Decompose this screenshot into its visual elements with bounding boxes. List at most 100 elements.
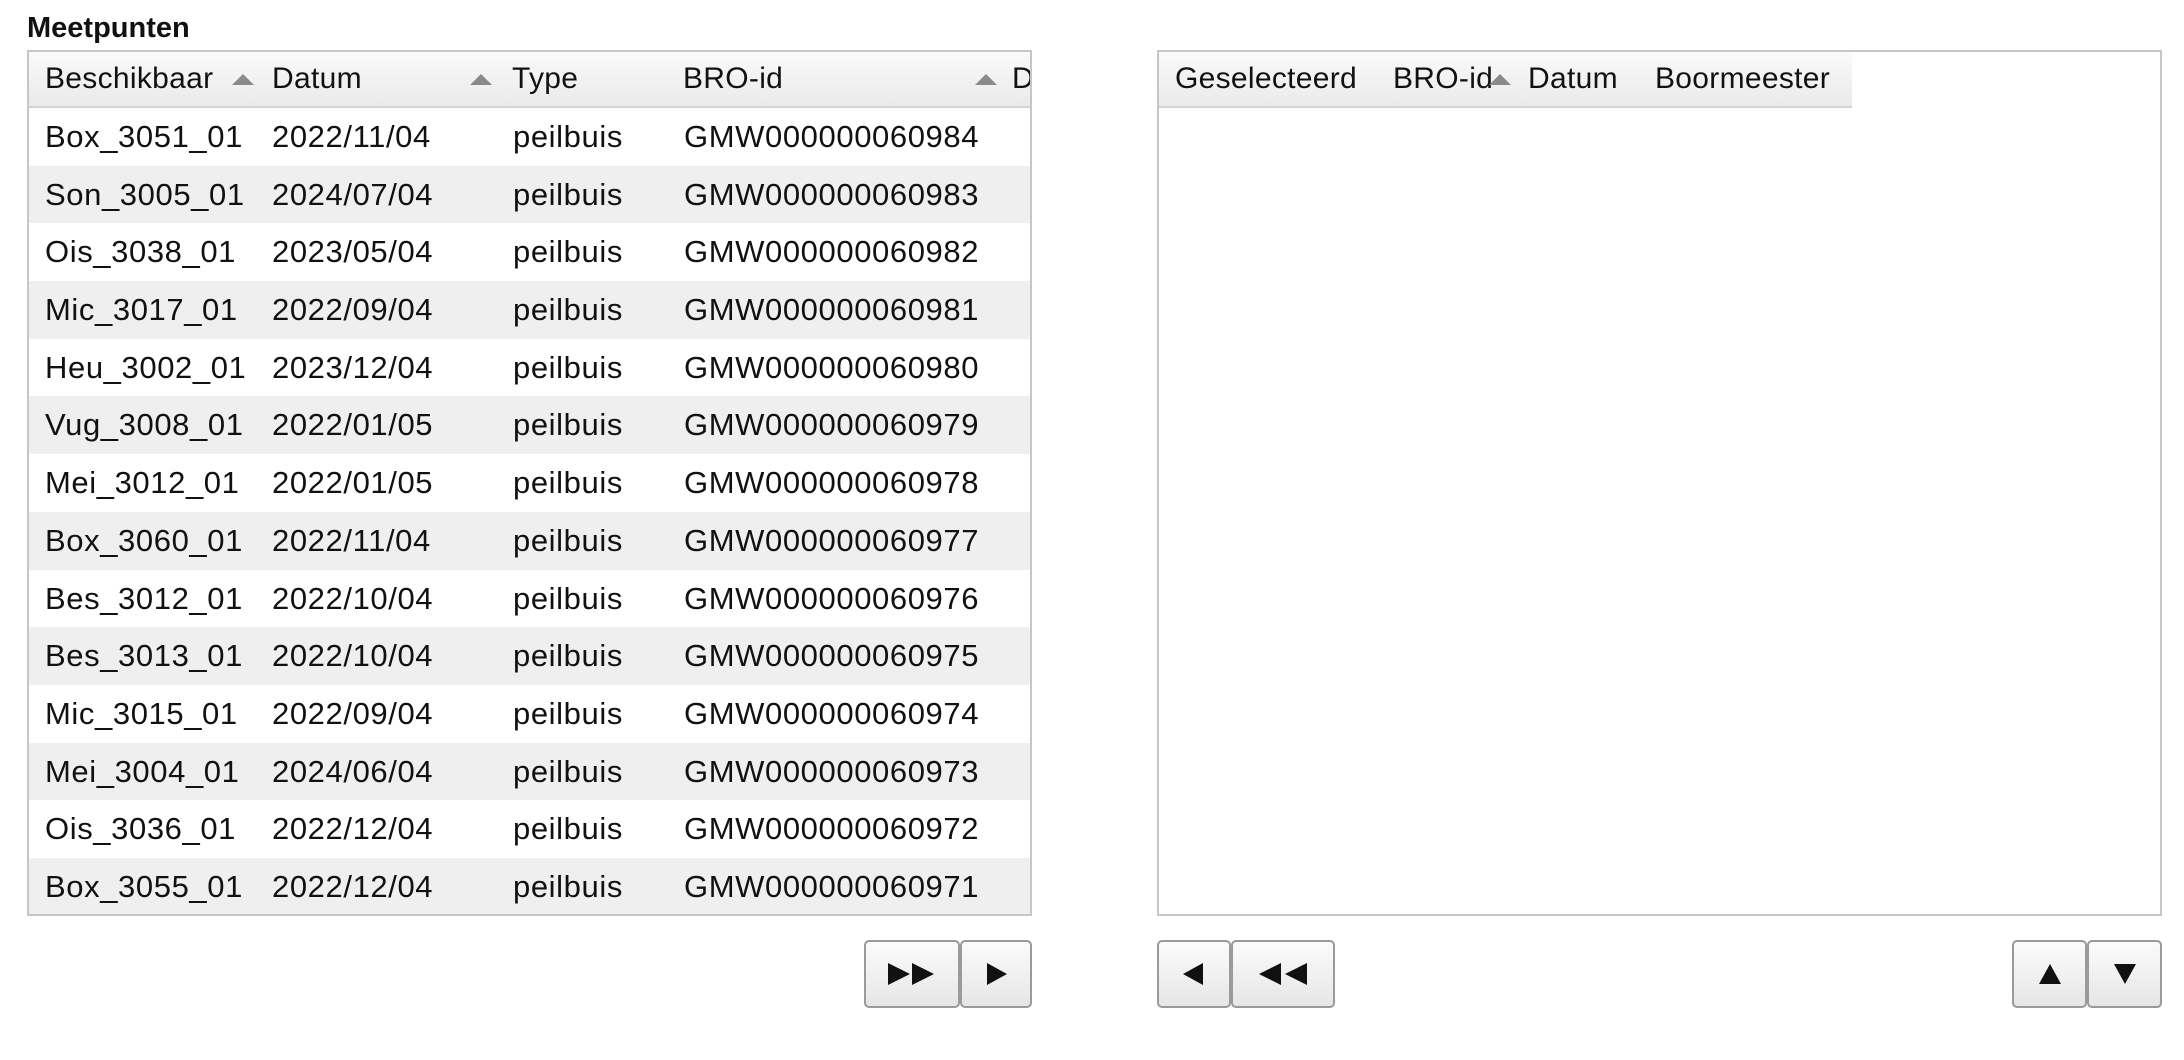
cell-datum: 2022/09/04 (272, 695, 434, 731)
column-header-label: D (1012, 62, 1032, 95)
remove-selected-button[interactable] (1157, 940, 1231, 1008)
right-arrow-icon (983, 961, 1009, 987)
cell-bro-id: GMW000000060977 (684, 522, 980, 558)
left-arrow-icon (1181, 961, 1207, 987)
column-header-type[interactable]: Type (512, 52, 672, 106)
table-row[interactable]: Ois_3036_01 2022/12/04 peilbuis GMW00000006… (29, 800, 1030, 858)
section-title: Meetpunten (27, 12, 190, 44)
cell-datum: 2024/07/04 (272, 176, 434, 212)
sort-ascending-icon (232, 74, 254, 85)
cell-bro-id: GMW000000060983 (684, 176, 980, 212)
cell-datum: 2022/11/04 (272, 119, 431, 154)
cell-datum: 2022/09/04 (272, 292, 434, 328)
sort-ascending-icon (1489, 74, 1511, 85)
cell-type: peilbuis (513, 176, 623, 212)
table-row[interactable]: Box_3051_01 2022/11/04 peilbuis GMW00000006… (29, 108, 1030, 166)
up-arrow-icon (2037, 962, 2063, 986)
sort-ascending-icon (975, 74, 997, 85)
table-row[interactable]: Box_3060_01 2022/11/04 peilbuis GMW00000006… (29, 511, 1030, 570)
table-row[interactable]: Bes_3013_01 2022/10/04 peilbuis GMW00000006… (29, 627, 1030, 685)
cell-bro-id: GMW000000060980 (684, 349, 980, 385)
cell-type: peilbuis (513, 753, 623, 789)
cell-beschikbaar: Ois_3036_01 (45, 811, 237, 847)
cell-type: peilbuis (513, 119, 623, 154)
table-row[interactable]: Mic_3017_01 2022/09/04 peilbuis GMW00000006… (29, 281, 1030, 339)
table-row[interactable]: Vug_3008_01 2022/01/05 peilbuis GMW00000006… (29, 396, 1030, 455)
table-row[interactable]: Heu_3002_01 2023/12/04 peilbuis GMW00000006… (29, 338, 1030, 397)
down-arrow-icon (2112, 962, 2138, 986)
cell-beschikbaar: Heu_3002_01 (45, 349, 247, 385)
table-row[interactable]: Ois_3038_01 2023/05/04 peilbuis GMW00000006… (29, 223, 1030, 282)
move-down-button[interactable] (2087, 940, 2162, 1008)
move-up-button[interactable] (2012, 940, 2087, 1008)
remove-all-button[interactable] (1231, 940, 1335, 1008)
column-header-label: Beschikbaar (45, 62, 214, 95)
sort-ascending-icon (470, 74, 492, 85)
column-header-bro-id[interactable]: BRO-id (683, 52, 943, 106)
available-table-body: Box_3051_01 2022/11/04 peilbuis GMW00000006… (29, 108, 1030, 914)
cell-type: peilbuis (513, 522, 623, 558)
cell-datum: 2022/10/04 (272, 580, 434, 616)
cell-type: peilbuis (513, 234, 623, 270)
cell-datum: 2022/12/04 (272, 868, 434, 904)
cell-datum: 2022/10/04 (272, 638, 434, 674)
double-left-arrow-icon (1257, 961, 1309, 987)
cell-type: peilbuis (513, 811, 623, 847)
add-all-button[interactable] (864, 940, 960, 1008)
cell-type: peilbuis (513, 349, 623, 385)
column-header-boormeester[interactable]: Boormeester (1655, 52, 1845, 106)
cell-bro-id: GMW000000060971 (684, 868, 980, 904)
selected-table-header: Geselecteerd BRO-id Datum Boormeester (1159, 52, 1852, 108)
cell-bro-id: GMW000000060982 (684, 234, 980, 270)
cell-datum: 2022/01/05 (272, 465, 434, 501)
column-header-beschikbaar[interactable]: Beschikbaar (45, 52, 255, 106)
table-row[interactable]: Box_3055_01 2022/12/04 peilbuis GMW00000006… (29, 857, 1030, 914)
table-row[interactable]: Bes_3012_01 2022/10/04 peilbuis GMW00000006… (29, 569, 1030, 628)
add-selected-button[interactable] (960, 940, 1032, 1008)
cell-bro-id: GMW000000060976 (684, 580, 980, 616)
cell-bro-id: GMW000000060974 (684, 695, 980, 731)
cell-datum: 2022/12/04 (272, 811, 434, 847)
table-row[interactable]: Mic_3015_01 2022/09/04 peilbuis GMW00000006… (29, 684, 1030, 743)
cell-beschikbaar: Box_3055_01 (45, 868, 243, 904)
cell-datum: 2023/12/04 (272, 349, 434, 385)
selected-points-table[interactable]: Geselecteerd BRO-id Datum Boormeester (1157, 50, 2162, 916)
cell-beschikbaar: Mei_3004_01 (45, 753, 240, 789)
double-right-arrow-icon (886, 961, 938, 987)
column-header-label: BRO-id (683, 62, 784, 95)
cell-type: peilbuis (513, 868, 623, 904)
cell-beschikbaar: Mic_3015_01 (45, 695, 238, 731)
cell-datum: 2022/11/04 (272, 522, 431, 558)
table-row[interactable]: Son_3005_01 2024/07/04 peilbuis GMW00000006… (29, 165, 1030, 224)
cell-type: peilbuis (513, 292, 623, 328)
column-header-label: BRO-id (1393, 62, 1494, 95)
cell-type: peilbuis (513, 580, 623, 616)
cell-type: peilbuis (513, 465, 623, 501)
cell-bro-id: GMW000000060973 (684, 753, 980, 789)
column-header-d[interactable]: D (1012, 52, 1032, 106)
cell-bro-id: GMW000000060975 (684, 638, 980, 674)
cell-bro-id: GMW000000060978 (684, 465, 980, 501)
cell-beschikbaar: Bes_3013_01 (45, 638, 243, 674)
cell-beschikbaar: Bes_3012_01 (45, 580, 243, 616)
column-header-datum[interactable]: Datum (1528, 52, 1638, 106)
cell-bro-id: GMW000000060984 (684, 119, 980, 154)
available-points-table[interactable]: Beschikbaar Datum Type BRO-id D Box_3051… (27, 50, 1032, 916)
column-header-datum[interactable]: Datum (272, 52, 492, 106)
column-header-label: Geselecteerd (1175, 62, 1358, 95)
table-row[interactable]: Mei_3004_01 2024/06/04 peilbuis GMW00000006… (29, 742, 1030, 801)
cell-type: peilbuis (513, 695, 623, 731)
column-header-label: Type (512, 62, 579, 95)
cell-datum: 2022/01/05 (272, 407, 434, 443)
cell-type: peilbuis (513, 638, 623, 674)
column-header-geselecteerd[interactable]: Geselecteerd (1175, 52, 1385, 106)
column-header-bro-id[interactable]: BRO-id (1393, 52, 1503, 106)
cell-beschikbaar: Son_3005_01 (45, 176, 245, 212)
cell-bro-id: GMW000000060979 (684, 407, 980, 443)
table-row[interactable]: Mei_3012_01 2022/01/05 peilbuis GMW00000006… (29, 454, 1030, 512)
cell-beschikbaar: Vug_3008_01 (45, 407, 244, 443)
column-header-label: Datum (272, 62, 362, 95)
column-header-label: Boormeester (1655, 62, 1831, 95)
cell-beschikbaar: Ois_3038_01 (45, 234, 237, 270)
cell-datum: 2024/06/04 (272, 753, 434, 789)
